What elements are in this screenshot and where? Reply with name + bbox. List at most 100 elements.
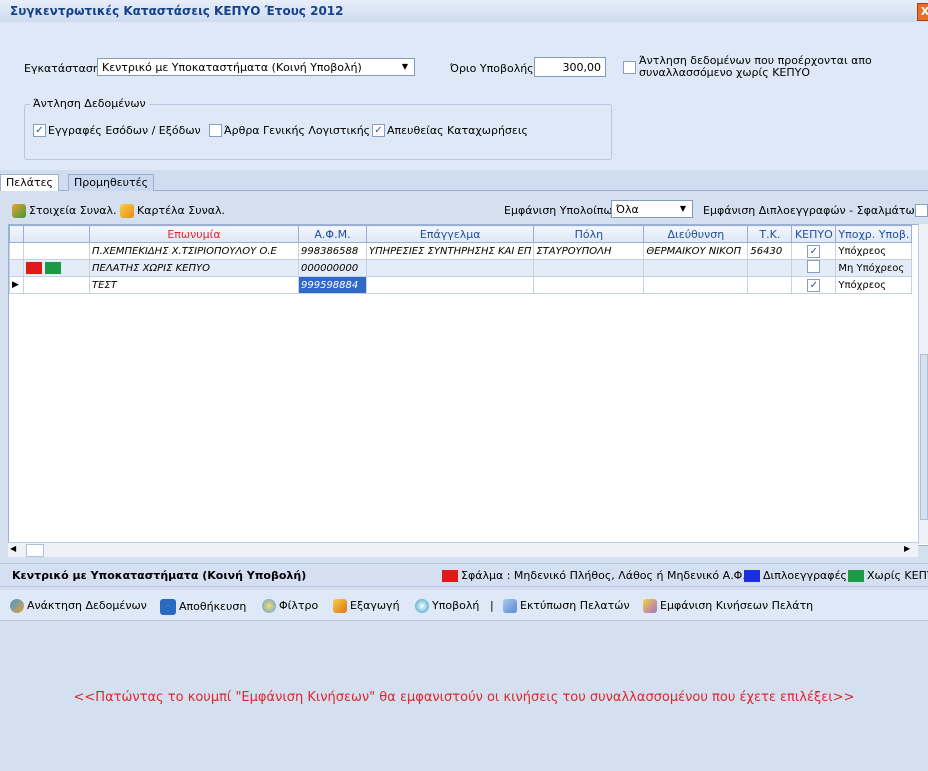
row-tk[interactable]: 56430 — [747, 242, 793, 260]
kepyo-checkbox[interactable]: ✓ — [807, 278, 821, 292]
partner-card-button[interactable]: Καρτέλα Συναλ. — [120, 204, 225, 218]
grid-header-afm[interactable]: Α.Φ.Μ. — [298, 225, 367, 243]
row-city[interactable]: ΣΤΑΥΡΟΥΠΟΛΗ — [533, 242, 645, 260]
grid-header-indicator — [9, 225, 24, 243]
row-profession[interactable]: ΥΠΗΡΕΣΙΕΣ ΣΥΝΤΗΡΗΣΗΣ ΚΑΙ ΕΠ — [365, 242, 535, 260]
export-button[interactable]: Εξαγωγή — [333, 599, 400, 613]
fetch-data-button[interactable]: Ανάκτηση Δεδομένων — [10, 599, 147, 613]
grid-horizontal-scrollbar[interactable]: ◀ ▶ — [8, 542, 918, 557]
row-tk[interactable] — [747, 276, 793, 294]
option-label-income-expenses: Εγγραφές Εσόδων / Εξόδων — [48, 124, 201, 137]
grid-header-name[interactable]: Επωνυμία — [89, 225, 299, 243]
kepyo-checkbox[interactable] — [807, 260, 821, 273]
row-city[interactable] — [533, 276, 645, 294]
print-customers-button[interactable]: Εκτύπωση Πελατών — [503, 599, 630, 613]
balance-select[interactable]: Όλα ▼ — [611, 200, 693, 218]
print-icon — [503, 599, 517, 613]
installation-select[interactable]: Κεντρικό με Υποκαταστήματα (Κοινή Υποβολ… — [97, 58, 415, 76]
duplicate-legend-swatch — [744, 570, 760, 582]
legend-duplicates: Διπλοεγγραφές — [744, 569, 847, 582]
grid-vertical-scrollbar[interactable] — [918, 224, 928, 544]
row-address[interactable] — [643, 276, 749, 294]
grid-header-flags — [23, 225, 90, 243]
row-name[interactable]: Π.ΧΕΜΠΕΚΙΔΗΣ Χ.ΤΣΙΡΙΟΠΟΥΛΟΥ Ο.Ε — [89, 242, 299, 260]
duplicates-checkbox[interactable] — [915, 204, 928, 217]
no-kepyo-label-line2: συναλλασσόμενο χωρίς ΚΕΠΥΟ — [639, 66, 811, 79]
row-flags — [23, 242, 90, 260]
hint-message: <<Πατώντας το κουμπί "Εμφάνιση Κινήσεων"… — [73, 690, 855, 705]
grid-header-tk[interactable]: Τ.Κ. — [747, 225, 793, 243]
option-checkbox-income-expenses[interactable]: ✓ — [33, 124, 46, 137]
grid-toolbar: Στοιχεία Συναλ. Καρτέλα Συναλ. Εμφάνιση … — [0, 199, 928, 221]
installation-label: Εγκατάσταση — [24, 62, 100, 75]
partner-details-button[interactable]: Στοιχεία Συναλ. — [12, 204, 117, 218]
status-bar: Κεντρικό με Υποκαταστήματα (Κοινή Υποβολ… — [0, 563, 928, 587]
row-afm[interactable]: 000000000 — [298, 259, 367, 277]
balance-value: Όλα — [616, 203, 639, 216]
submit-button[interactable]: Υποβολή — [415, 599, 479, 613]
row-kepyo[interactable] — [791, 259, 837, 277]
tab-suppliers[interactable]: Προμηθευτές — [68, 174, 155, 191]
close-button[interactable]: X — [917, 3, 928, 21]
row-name[interactable]: ΤΕΣΤ — [89, 276, 299, 294]
row-name[interactable]: ΠΕΛΑΤΗΣ ΧΩΡΙΣ ΚΕΠΥΟ — [89, 259, 299, 277]
show-moves-label: Εμφάνιση Κινήσεων Πελάτη — [660, 599, 814, 612]
chevron-down-icon: ▼ — [679, 204, 687, 213]
horizontal-scroll-thumb[interactable] — [26, 544, 44, 557]
export-label: Εξαγωγή — [350, 599, 400, 612]
grid-header-kepyo[interactable]: ΚΕΠΥΟ — [791, 225, 837, 243]
grid-header-address[interactable]: Διεύθυνση — [643, 225, 749, 243]
partner-details-icon — [12, 204, 26, 218]
fetch-data-label: Ανάκτηση Δεδομένων — [27, 599, 147, 612]
data-fetch-group-title: Άντληση Δεδομένων — [30, 97, 149, 110]
grid-header-obligation[interactable]: Υποχρ. Υποβ. — [835, 225, 913, 243]
row-afm[interactable]: 999598884 — [298, 276, 367, 294]
row-profession[interactable] — [365, 259, 535, 277]
show-moves-button[interactable]: Εμφάνιση Κινήσεων Πελάτη — [643, 599, 813, 613]
print-customers-label: Εκτύπωση Πελατών — [520, 599, 630, 612]
filter-icon — [262, 599, 276, 613]
limit-label: Όριο Υποβολής — [450, 62, 534, 75]
row-profession[interactable] — [365, 276, 535, 294]
grid-table: Επωνυμία Α.Φ.Μ. Επάγγελμα Πόλη Διεύθυνση… — [9, 225, 913, 294]
filter-label: Φίλτρο — [279, 599, 319, 612]
row-afm[interactable]: 998386588 — [298, 242, 367, 260]
scroll-left-icon[interactable]: ◀ — [10, 544, 16, 553]
kepyo-checkbox[interactable]: ✓ — [807, 244, 821, 258]
row-address[interactable] — [643, 259, 749, 277]
save-label: Αποθήκευση — [179, 600, 247, 613]
grid-header-city[interactable]: Πόλη — [533, 225, 645, 243]
customers-grid: Επωνυμία Α.Φ.Μ. Επάγγελμα Πόλη Διεύθυνση… — [8, 224, 928, 546]
filter-button[interactable]: Φίλτρο — [262, 599, 318, 613]
submit-label: Υποβολή — [432, 599, 480, 612]
no-kepyo-checkbox[interactable] — [623, 61, 636, 74]
row-obligation[interactable]: Μη Υπόχρεος — [835, 259, 913, 277]
limit-input[interactable]: 300,00 — [534, 57, 606, 77]
option-checkbox-general-ledger[interactable] — [209, 124, 222, 137]
table-row[interactable]: ▶ ΤΕΣΤ 999598884 ✓ Υπόχρεος — [9, 276, 913, 294]
title-bar: Συγκεντρωτικές Καταστάσεις ΚΕΠΥΟ Έτους 2… — [0, 0, 928, 23]
tab-customers[interactable]: Πελάτες — [0, 174, 60, 191]
window-title: Συγκεντρωτικές Καταστάσεις ΚΕΠΥΟ Έτους 2… — [10, 4, 344, 18]
grid-header-profession[interactable]: Επάγγελμα — [365, 225, 535, 243]
legend-duplicates-label: Διπλοεγγραφές — [763, 569, 847, 582]
table-row[interactable]: ΠΕΛΑΤΗΣ ΧΩΡΙΣ ΚΕΠΥΟ 000000000 Μη Υπόχρεο… — [9, 259, 913, 277]
legend-no-kepyo: Χωρίς ΚΕΠΥΟ — [848, 569, 928, 582]
row-address[interactable]: ΘΕΡΜΑΙΚΟΥ ΝΙΚΟΠ — [643, 242, 749, 260]
row-city[interactable] — [533, 259, 645, 277]
vertical-scroll-thumb[interactable] — [920, 354, 928, 520]
save-disk-icon — [160, 599, 176, 615]
save-button[interactable]: Αποθήκευση — [160, 599, 246, 615]
row-kepyo[interactable]: ✓ — [791, 242, 837, 260]
option-checkbox-direct-entries[interactable]: ✓ — [372, 124, 385, 137]
no-kepyo-legend-swatch — [848, 570, 864, 582]
option-label-direct-entries: Απευθείας Καταχωρήσεις — [387, 124, 529, 137]
scroll-right-icon[interactable]: ▶ — [904, 544, 910, 553]
row-tk[interactable] — [747, 259, 793, 277]
tab-strip: Πελάτες Προμηθευτές — [0, 170, 928, 191]
row-kepyo[interactable]: ✓ — [791, 276, 837, 294]
row-obligation[interactable]: Υπόχρεος — [835, 242, 913, 260]
table-row[interactable]: Π.ΧΕΜΠΕΚΙΔΗΣ Χ.ΤΣΙΡΙΟΠΟΥΛΟΥ Ο.Ε 99838658… — [9, 242, 913, 260]
partner-details-label: Στοιχεία Συναλ. — [29, 204, 117, 217]
row-obligation[interactable]: Υπόχρεος — [835, 276, 913, 294]
